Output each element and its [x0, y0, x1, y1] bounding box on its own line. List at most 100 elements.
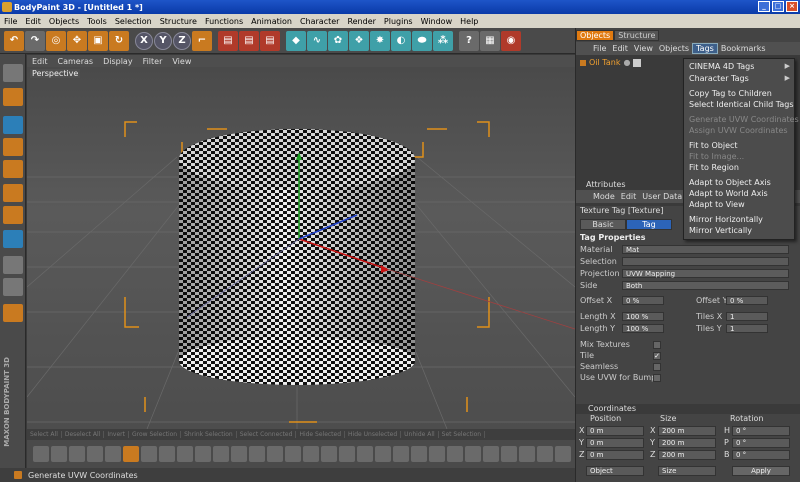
iron-icon[interactable] [231, 446, 247, 462]
seamless-checkbox[interactable] [653, 363, 661, 371]
deformer-icon[interactable]: ✸ [370, 30, 390, 51]
set-selection-button[interactable]: Set Selection [439, 431, 486, 438]
menu-edit[interactable]: Edit [21, 17, 45, 26]
knife-icon[interactable] [33, 446, 49, 462]
grow-selection-button[interactable]: Grow Selection [129, 431, 182, 438]
attr-menu-mode[interactable]: Mode [590, 192, 618, 201]
mirror-icon[interactable] [267, 446, 283, 462]
menu-item-mirror-horizontally[interactable]: Mirror Horizontally [689, 215, 763, 224]
ruler-icon[interactable]: ▦ [480, 30, 500, 51]
menu-window[interactable]: Window [417, 17, 457, 26]
points-mode-icon[interactable] [3, 160, 23, 178]
menu-tools[interactable]: Tools [83, 17, 111, 26]
coordinate-system-icon[interactable]: ⌐ [192, 30, 212, 51]
use-uvw-bump-checkbox[interactable] [653, 374, 661, 382]
menu-item-adapt-to-view[interactable]: Adapt to View [689, 200, 745, 209]
move-icon[interactable]: ✥ [67, 30, 87, 51]
tiles-x-field[interactable]: 1 [726, 312, 768, 321]
tab-tag[interactable]: Tag [626, 219, 672, 230]
smooth-shift-icon[interactable] [159, 446, 175, 462]
om-menu-bookmarks[interactable]: Bookmarks [718, 44, 769, 53]
vp-menu-view[interactable]: View [167, 57, 196, 66]
cube-icon[interactable]: ◆ [286, 30, 306, 51]
length-y-field[interactable]: 100 % [622, 324, 664, 333]
om-menu-edit[interactable]: Edit [609, 44, 631, 53]
vp-menu-edit[interactable]: Edit [27, 57, 53, 66]
menu-item-select-identical-child-tags[interactable]: Select Identical Child Tags [689, 100, 794, 109]
menu-selection[interactable]: Selection [111, 17, 156, 26]
magnet-tool-icon[interactable] [249, 446, 265, 462]
scene-icon[interactable]: ◐ [391, 30, 411, 51]
vp-menu-filter[interactable]: Filter [138, 57, 168, 66]
close-button[interactable]: × [786, 1, 798, 12]
optimize-icon[interactable] [393, 446, 409, 462]
size-mode-dropdown[interactable]: Size [658, 466, 716, 476]
extrude-inner-icon[interactable] [141, 446, 157, 462]
selection-field[interactable] [622, 257, 789, 266]
rotate-icon[interactable]: ↻ [109, 30, 129, 51]
material-field[interactable]: Mat [622, 245, 789, 254]
object-name[interactable]: Oil Tank [589, 58, 620, 67]
bridge-icon[interactable] [87, 446, 103, 462]
apply-button[interactable]: Apply [732, 466, 790, 476]
render-view-icon[interactable]: ▤ [218, 30, 238, 51]
rotation-p-field[interactable]: 0 ° [732, 438, 790, 448]
attr-menu-edit[interactable]: Edit [618, 192, 640, 201]
coord-mode-dropdown[interactable]: Object [586, 466, 644, 476]
menu-render[interactable]: Render [343, 17, 379, 26]
menu-structure[interactable]: Structure [156, 17, 201, 26]
dissolve-icon[interactable] [465, 446, 481, 462]
particles-icon[interactable]: ⁂ [433, 30, 453, 51]
close-hole-icon[interactable] [195, 446, 211, 462]
checker-icon[interactable] [3, 256, 23, 274]
scale-icon[interactable]: ▣ [88, 30, 108, 51]
menu-item-adapt-world-axis[interactable]: Adapt to World Axis [689, 189, 768, 198]
magnet-icon[interactable] [3, 304, 23, 322]
array-icon[interactable]: ❖ [349, 30, 369, 51]
tab-basic[interactable]: Basic [580, 219, 626, 230]
menu-functions[interactable]: Functions [201, 17, 247, 26]
redo-icon[interactable]: ↷ [25, 30, 45, 51]
object-row[interactable]: Oil Tank ● [580, 58, 642, 67]
clone-icon[interactable] [537, 446, 553, 462]
matrix-extrude-icon[interactable] [177, 446, 193, 462]
render-picture-viewer-icon[interactable]: ▤ [239, 30, 259, 51]
om-menu-tags[interactable]: Tags [692, 43, 718, 54]
reverse-normals-icon[interactable] [429, 446, 445, 462]
menu-character[interactable]: Character [296, 17, 344, 26]
unhide-all-button[interactable]: Unhide All [401, 431, 439, 438]
tab-structure[interactable]: Structure [614, 30, 660, 41]
z-axis-lock-button[interactable]: Z [173, 31, 191, 50]
rotation-b-field[interactable]: 0 ° [732, 450, 790, 460]
size-x-field[interactable]: 200 m [658, 426, 716, 436]
brush-icon[interactable] [51, 446, 67, 462]
offset-y-field[interactable]: 0 % [726, 296, 768, 305]
menu-objects[interactable]: Objects [45, 17, 83, 26]
menu-animation[interactable]: Animation [247, 17, 296, 26]
size-y-field[interactable]: 200 m [658, 438, 716, 448]
menu-item-mirror-vertically[interactable]: Mirror Vertically [689, 226, 752, 235]
connect-icon[interactable] [213, 446, 229, 462]
randomize-icon[interactable] [555, 446, 571, 462]
y-axis-lock-button[interactable]: Y [154, 31, 172, 50]
offset-x-field[interactable]: 0 % [622, 296, 664, 305]
menu-item-character-tags[interactable]: Character Tags [689, 74, 749, 83]
projection-dropdown[interactable]: UVW Mapping [622, 269, 789, 278]
attr-menu-userdata[interactable]: User Data [639, 192, 685, 201]
maximize-button[interactable]: □ [772, 1, 784, 12]
menu-help[interactable]: Help [456, 17, 482, 26]
menu-file[interactable]: File [0, 17, 21, 26]
vp-menu-display[interactable]: Display [98, 57, 138, 66]
weld-icon[interactable] [285, 446, 301, 462]
vp-menu-cameras[interactable]: Cameras [53, 57, 99, 66]
dice-icon[interactable] [3, 278, 23, 296]
minimize-button[interactable]: _ [758, 1, 770, 12]
collapse-icon[interactable] [501, 446, 517, 462]
hide-unselected-button[interactable]: Hide Unselected [345, 431, 402, 438]
tiles-y-field[interactable]: 1 [726, 324, 768, 333]
menu-item-adapt-object-axis[interactable]: Adapt to Object Axis [689, 178, 771, 187]
select-connected-button[interactable]: Select Connected [237, 431, 297, 438]
deselect-all-button[interactable]: Deselect All [62, 431, 105, 438]
shrink-selection-button[interactable]: Shrink Selection [181, 431, 237, 438]
texture-tag-icon[interactable] [633, 58, 642, 67]
